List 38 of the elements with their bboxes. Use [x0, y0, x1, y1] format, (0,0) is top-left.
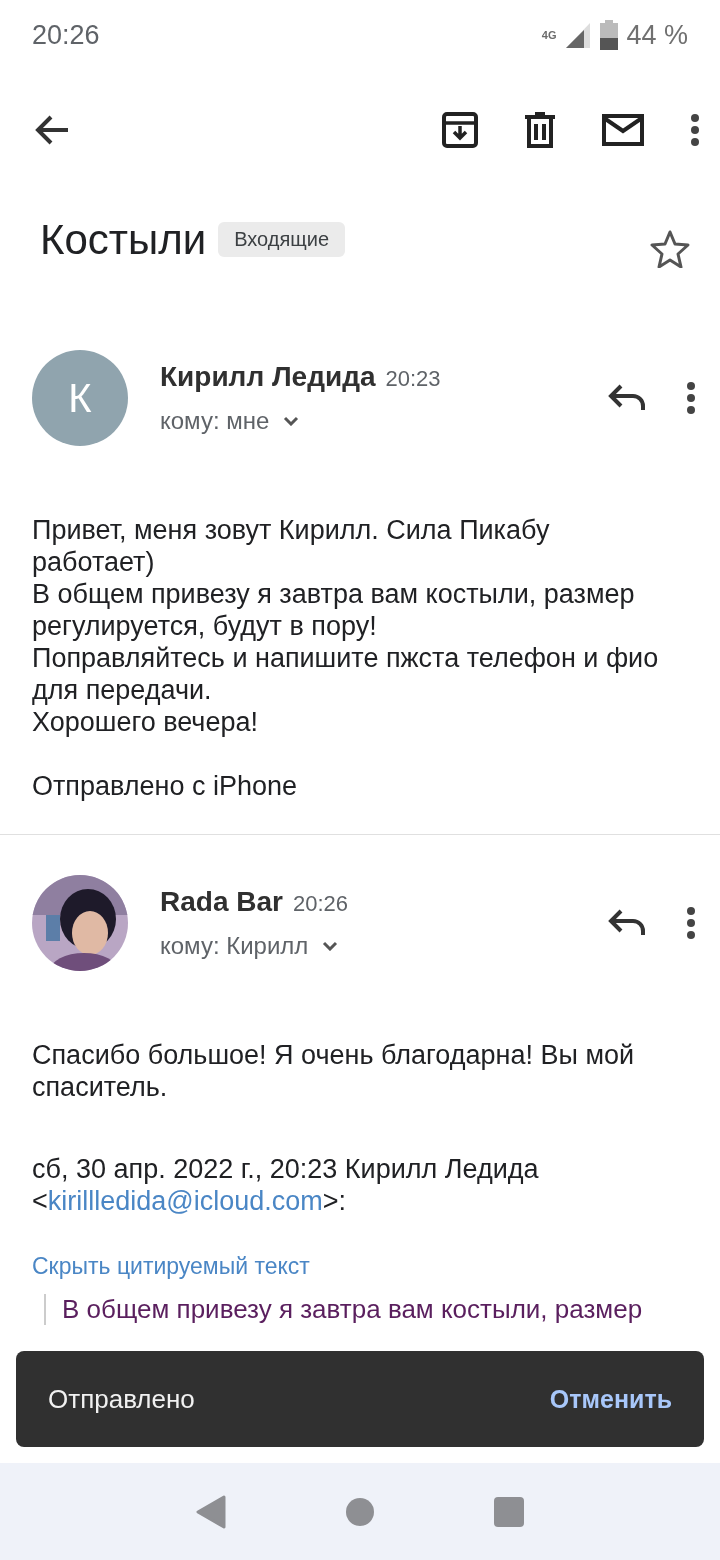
- chevron-down-icon: [322, 941, 339, 951]
- more-icon[interactable]: [686, 381, 696, 415]
- delete-icon[interactable]: [524, 112, 556, 148]
- avatar: К: [32, 350, 128, 446]
- email-subject: Костыли: [40, 216, 207, 264]
- quoted-text: В общем привезу я завтра вам костыли, размер: [62, 1294, 643, 1324]
- message-text: Спасибо большое! Я очень благодарна! Вы мой спаситель.: [32, 1039, 636, 1103]
- message-text: Привет, меня зовут Кирилл. Сила Пикабу работает) В общем привезу я завтра вам костыли, размер регулируется, будут в пору! Поправляйтесь и напишите пжста телефон и фио для передачи. Хорошего вечера!: [32, 514, 660, 738]
- label-chip[interactable]: Входящие: [218, 222, 346, 257]
- hide-quote-link[interactable]: Скрыть цитируемый текст: [32, 1253, 310, 1280]
- email-link[interactable]: kirillledida@icloud.com: [47, 1186, 323, 1216]
- quote-header: сб, 30 апр. 2022 г., 20:23 Кирилл Ледида <kirillledida@icloud.com>:: [32, 1153, 540, 1217]
- reply-icon[interactable]: [608, 909, 646, 937]
- recipient-toggle[interactable]: кому: Кирилл: [160, 932, 339, 960]
- signal-icon: [564, 21, 593, 49]
- battery-icon: [600, 20, 619, 50]
- battery-percent: 44 %: [626, 19, 688, 51]
- message-time: 20:23: [385, 366, 441, 392]
- home-nav-icon[interactable]: [346, 1497, 374, 1526]
- reply-icon[interactable]: [608, 384, 646, 412]
- more-icon[interactable]: [690, 113, 700, 147]
- sender-name: Rada Bar: [160, 886, 283, 918]
- undo-button[interactable]: Отменить: [549, 1384, 672, 1414]
- mail-icon[interactable]: [602, 114, 644, 146]
- sender-name: Кирилл Ледида: [160, 361, 376, 393]
- recipient-toggle[interactable]: кому: мне: [160, 407, 300, 435]
- star-icon[interactable]: [650, 230, 690, 268]
- network-type: 4G: [541, 29, 557, 41]
- back-nav-icon[interactable]: [196, 1494, 226, 1529]
- status-time: 20:26: [32, 19, 100, 51]
- back-icon[interactable]: [34, 114, 70, 146]
- message-text: Отправлено с iPhone: [32, 770, 299, 802]
- more-icon[interactable]: [686, 906, 696, 940]
- archive-icon[interactable]: [442, 112, 478, 148]
- recents-nav-icon[interactable]: [494, 1496, 524, 1527]
- message-time: 20:26: [292, 891, 348, 917]
- snackbar-message: Отправлено: [48, 1383, 195, 1415]
- chevron-down-icon: [283, 416, 300, 426]
